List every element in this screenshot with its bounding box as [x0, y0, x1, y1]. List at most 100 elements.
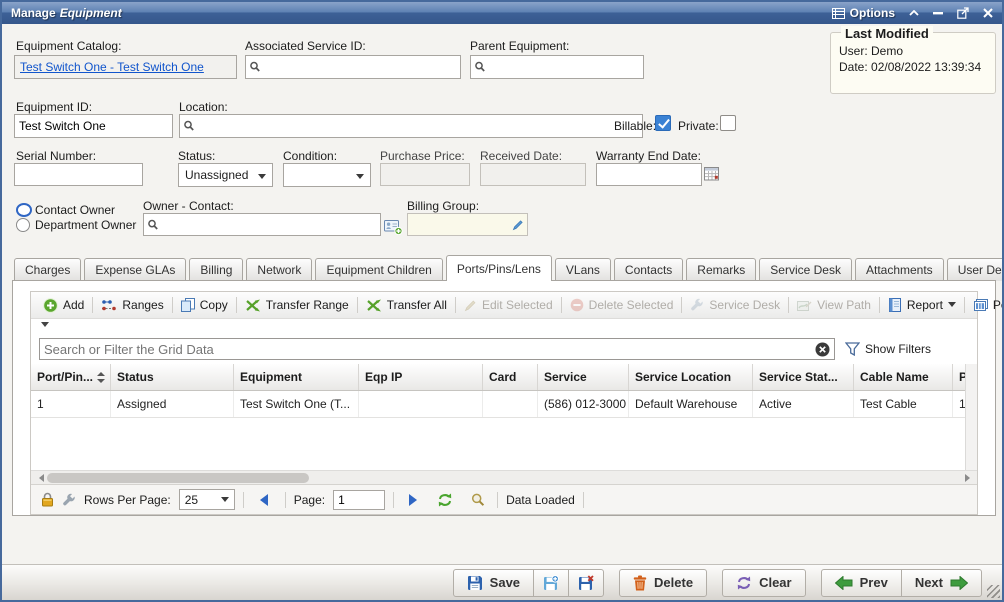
clear-button[interactable]: Clear	[722, 569, 806, 597]
refresh-button[interactable]	[431, 493, 459, 507]
perspectives-button[interactable]: Perspectives	[967, 295, 1004, 315]
save-add-button[interactable]	[533, 569, 569, 597]
next-button[interactable]: Next	[901, 569, 982, 597]
private-checkbox[interactable]	[720, 115, 736, 131]
page-input[interactable]	[333, 490, 385, 510]
tab-vlans[interactable]: VLans	[555, 258, 611, 281]
collapse-button[interactable]	[909, 10, 919, 16]
transfer-icon	[245, 299, 261, 312]
copy-button[interactable]: Copy	[175, 295, 234, 315]
wrench-icon[interactable]	[62, 493, 76, 507]
edit-pencil-icon[interactable]	[512, 219, 524, 231]
calendar-button[interactable]	[704, 166, 719, 181]
status-select[interactable]: Unassigned	[178, 163, 273, 187]
close-button[interactable]	[983, 8, 993, 18]
associated-service-id-input[interactable]	[261, 60, 457, 74]
transfer-range-button[interactable]: Transfer Range	[239, 295, 355, 315]
owner-contact-input[interactable]	[159, 218, 377, 232]
view-path-button[interactable]: View Path	[791, 295, 877, 315]
column-header-cable-name[interactable]: Cable Name	[854, 364, 953, 390]
manage-equipment-window: ManageEquipment Options Equipment Catalo…	[0, 0, 1004, 602]
service-desk-button[interactable]: Service Desk	[684, 295, 786, 315]
parent-equipment-input[interactable]	[486, 60, 640, 74]
transfer-all-button[interactable]: Transfer All	[360, 295, 453, 315]
scroll-right-button[interactable]	[963, 472, 975, 484]
cell-port-pin: 1	[31, 391, 111, 417]
prev-page-button[interactable]	[252, 494, 277, 506]
tab-contacts[interactable]: Contacts	[614, 258, 683, 281]
column-header-service[interactable]: Service	[538, 364, 629, 390]
calendar-icon	[704, 166, 719, 181]
status-label: Status:	[178, 149, 215, 163]
options-list-icon	[832, 8, 845, 19]
owner-contact-label: Owner - Contact:	[143, 199, 234, 213]
lock-icon[interactable]	[41, 492, 54, 507]
add-contact-button[interactable]	[384, 218, 403, 235]
last-modified-date: Date: 02/08/2022 13:39:34	[839, 59, 987, 75]
scrollbar-thumb[interactable]	[47, 473, 309, 483]
resize-grip-icon[interactable]	[987, 585, 1000, 598]
report-button[interactable]: Report	[882, 295, 962, 315]
department-owner-radio[interactable]	[16, 218, 30, 232]
column-header-equipment[interactable]: Equipment	[234, 364, 359, 390]
show-filters-button[interactable]: Show Filters	[845, 342, 931, 356]
column-header-p[interactable]: P	[953, 364, 965, 390]
column-header-service-status[interactable]: Service Stat...	[753, 364, 854, 390]
horizontal-scrollbar[interactable]	[31, 470, 977, 484]
options-button[interactable]: Options	[832, 6, 895, 20]
last-modified-user: User: Demo	[839, 43, 987, 59]
column-header-card[interactable]: Card	[483, 364, 538, 390]
warranty-end-date-input[interactable]	[597, 164, 701, 185]
condition-select[interactable]	[283, 163, 371, 187]
location-input[interactable]	[195, 119, 639, 133]
tab-remarks[interactable]: Remarks	[686, 258, 756, 281]
billable-checkbox[interactable]	[655, 115, 671, 131]
tab-equipment-children[interactable]: Equipment Children	[315, 258, 442, 281]
rows-per-page-select[interactable]: 25	[179, 489, 235, 510]
next-page-button[interactable]	[402, 494, 423, 506]
ports-pins-lens-panel: Add Ranges Copy Transfer Range	[12, 280, 996, 516]
tab-billing[interactable]: Billing	[189, 258, 243, 281]
cell-service-location: Default Warehouse	[629, 391, 753, 417]
transfer-icon	[366, 299, 382, 312]
column-header-status[interactable]: Status	[111, 364, 234, 390]
equipment-id-input[interactable]	[15, 115, 172, 137]
table-row[interactable]: 1 Assigned Test Switch One (T... (586) 0…	[31, 391, 965, 418]
tab-network[interactable]: Network	[246, 258, 312, 281]
column-header-eqp-ip[interactable]: Eqp IP	[359, 364, 483, 390]
vertical-scrollbar[interactable]	[965, 364, 977, 470]
popout-button[interactable]	[957, 7, 969, 19]
minimize-button[interactable]	[933, 12, 943, 15]
column-header-service-location[interactable]: Service Location	[629, 364, 753, 390]
copy-icon	[181, 298, 195, 312]
cell-service: (586) 012-3000	[538, 391, 629, 417]
tab-charges[interactable]: Charges	[14, 258, 81, 281]
purchase-price-field	[380, 163, 470, 186]
delete-button[interactable]: Delete	[619, 569, 707, 597]
toolbar-overflow-button[interactable]	[41, 322, 49, 331]
prev-button[interactable]: Prev	[821, 569, 902, 597]
scroll-left-button[interactable]	[33, 472, 45, 484]
tab-expense-glas[interactable]: Expense GLAs	[84, 258, 186, 281]
save-button[interactable]: Save	[453, 569, 534, 597]
contact-owner-radio[interactable]	[16, 203, 32, 217]
column-header-port-pin[interactable]: Port/Pin...	[31, 364, 111, 390]
equipment-catalog-link[interactable]: Test Switch One - Test Switch One	[20, 60, 204, 74]
save-remove-button[interactable]	[568, 569, 604, 597]
grid-search-input[interactable]	[44, 342, 815, 357]
tab-service-desk[interactable]: Service Desk	[759, 258, 852, 281]
titlebar[interactable]: ManageEquipment Options	[2, 2, 1002, 24]
zoom-icon[interactable]	[467, 493, 489, 507]
received-date-label: Received Date:	[480, 149, 562, 163]
tab-ports-pins-lens[interactable]: Ports/Pins/Lens	[446, 255, 552, 281]
tab-user-defined-fields[interactable]: User Defined Fields	[947, 258, 1004, 281]
delete-selected-button[interactable]: Delete Selected	[564, 295, 680, 315]
cell-cable-name: Test Cable	[854, 391, 953, 417]
warranty-end-date-label: Warranty End Date:	[596, 149, 701, 163]
tab-attachments[interactable]: Attachments	[855, 258, 944, 281]
ranges-button[interactable]: Ranges	[95, 295, 169, 315]
clear-circle-icon[interactable]	[815, 342, 830, 357]
add-button[interactable]: Add	[37, 295, 90, 316]
edit-selected-button[interactable]: Edit Selected	[458, 295, 559, 315]
serial-number-input[interactable]	[15, 164, 142, 185]
